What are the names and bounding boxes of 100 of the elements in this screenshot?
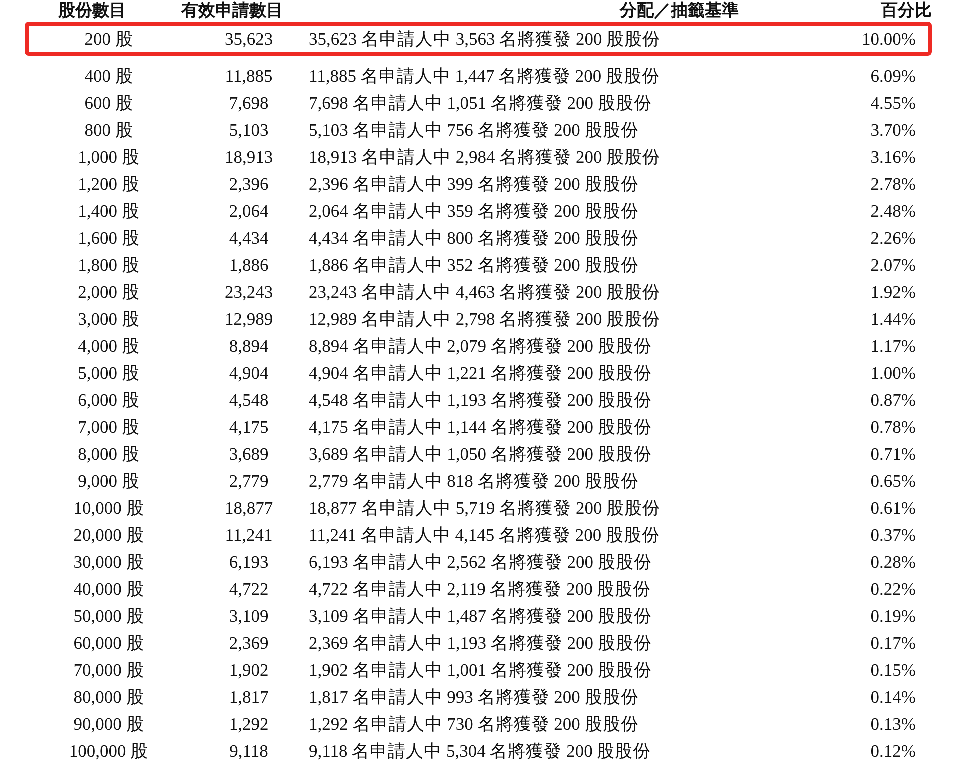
percentage-cell-text: 1.17%: [870, 336, 917, 356]
share-count-cell-text: 7,000 股: [78, 416, 140, 439]
allocation-basis-cell-text: 4,722 名申請人中 2,119 名將獲發 200 股股份: [309, 578, 652, 601]
share-count-cell-text: 70,000 股: [74, 659, 144, 682]
percentage-cell-text: 0.61%: [870, 498, 917, 518]
allocation-basis-cell-text: 8,894 名申請人中 2,079 名將獲發 200 股股份: [309, 335, 652, 358]
percentage-cell-text: 1.92%: [870, 282, 917, 302]
share-count-cell-text: 60,000 股: [74, 632, 144, 655]
allocation-basis-cell-text: 9,118 名申請人中 5,304 名將獲發 200 股股份: [309, 740, 652, 763]
share-count-cell-text: 100,000 股: [69, 740, 149, 763]
application-count-cell: 7,698: [229, 92, 269, 114]
share-count-cell-text: 6,000 股: [78, 389, 140, 412]
application-count-cell: 2,064: [229, 200, 269, 222]
allocation-basis-cell-text: 4,434 名申請人中 800 名將獲發 200 股股份: [309, 227, 639, 250]
application-count-cell: 8,894: [229, 336, 269, 356]
percentage-cell-text: 0.12%: [870, 740, 917, 762]
application-count-cell: 18,913: [224, 146, 274, 168]
percentage-cell-text: 0.14%: [870, 686, 917, 708]
percentage-cell-text: 6.09%: [870, 66, 917, 86]
allocation-basis-cell-text: 2,064 名申請人中 359 名將獲發 200 股股份: [309, 200, 639, 223]
application-count-cell: 3,689: [229, 444, 269, 464]
application-count-cell: 4,434: [229, 228, 269, 248]
allocation-basis-cell-text: 18,913 名申請人中 2,984 名將獲發 200 股股份: [309, 146, 661, 169]
share-count-cell-text: 8,000 股: [78, 443, 140, 466]
allocation-basis-cell-text: 5,103 名申請人中 756 名將獲發 200 股股份: [309, 119, 639, 142]
percentage-cell-text: 0.28%: [870, 552, 917, 572]
share-count-cell-text: 200 股: [84, 28, 134, 51]
application-count-cell: 11,241: [225, 524, 273, 546]
allocation-basis-cell-text: 7,698 名申請人中 1,051 名將獲發 200 股股份: [309, 92, 652, 115]
allocation-basis-cell-text: 4,175 名申請人中 1,144 名將獲發 200 股股份: [309, 416, 652, 439]
percentage-cell-text: 0.19%: [870, 606, 917, 626]
share-count-cell-text: 80,000 股: [74, 686, 144, 709]
share-count-cell-text: 30,000 股: [74, 551, 144, 574]
application-count-cell: 1,886: [229, 254, 269, 276]
allocation-basis-cell-text: 11,885 名申請人中 1,447 名將獲發 200 股股份: [309, 65, 660, 88]
application-count-cell: 4,904: [229, 362, 269, 384]
percentage-cell-text: 1.00%: [870, 362, 917, 384]
column-header: 股份數目: [57, 2, 126, 20]
application-count-cell: 6,193: [229, 552, 269, 572]
percentage-cell-text: 0.22%: [870, 578, 917, 600]
application-count-cell: 5,103: [229, 120, 269, 140]
share-count-cell-text: 1,400 股: [78, 200, 140, 223]
percentage-cell-text: 0.65%: [870, 470, 917, 492]
share-count-cell-text: 90,000 股: [74, 713, 144, 736]
allocation-basis-cell-text: 4,904 名申請人中 1,221 名將獲發 200 股股份: [309, 362, 652, 385]
percentage-cell-text: 0.13%: [870, 714, 917, 734]
application-count-cell: 4,722: [229, 578, 269, 600]
percentage-cell-text: 0.15%: [870, 660, 917, 680]
application-count-cell: 3,109: [229, 606, 269, 626]
application-count-cell: 23,243: [224, 282, 274, 302]
percentage-cell-text: 2.78%: [870, 174, 917, 194]
application-count-cell: 4,175: [229, 416, 269, 438]
percentage-cell-text: 2.48%: [870, 200, 917, 222]
allocation-basis-cell-text: 2,779 名申請人中 818 名將獲發 200 股股份: [309, 470, 639, 493]
share-count-cell-text: 4,000 股: [78, 335, 140, 358]
allocation-basis-cell-text: 4,548 名申請人中 1,193 名將獲發 200 股股份: [309, 389, 652, 412]
application-count-cell: 2,369: [229, 632, 269, 654]
allocation-basis-cell-text: 1,886 名申請人中 352 名將獲發 200 股股份: [309, 254, 639, 277]
allocation-basis-cell-text: 23,243 名申請人中 4,463 名將獲發 200 股股份: [309, 281, 661, 304]
application-count-cell: 2,779: [229, 470, 269, 492]
share-count-cell-text: 3,000 股: [78, 308, 140, 331]
application-count-cell: 9,118: [230, 740, 268, 762]
allocation-basis-cell-text: 35,623 名申請人中 3,563 名將獲發 200 股股份: [309, 28, 661, 51]
column-header: 有效申請數目: [180, 2, 284, 20]
percentage-cell-text: 2.07%: [870, 254, 917, 276]
share-count-cell-text: 400 股: [84, 65, 134, 88]
allocation-basis-cell-text: 6,193 名申請人中 2,562 名將獲發 200 股股份: [309, 551, 652, 574]
share-count-cell-text: 2,000 股: [78, 281, 140, 304]
allocation-basis-cell-text: 12,989 名申請人中 2,798 名將獲發 200 股股份: [309, 308, 661, 331]
share-count-cell-text: 9,000 股: [78, 470, 140, 493]
allocation-basis-cell-text: 2,369 名申請人中 1,193 名將獲發 200 股股份: [309, 632, 652, 655]
percentage-cell-text: 0.87%: [870, 390, 917, 410]
percentage-cell-text: 0.71%: [870, 444, 917, 464]
allocation-basis-cell-text: 1,292 名申請人中 730 名將獲發 200 股股份: [309, 713, 639, 736]
percentage-cell-text: 3.16%: [870, 146, 917, 168]
allocation-basis-cell-text: 1,902 名申請人中 1,001 名將獲發 200 股股份: [309, 659, 652, 682]
application-count-cell: 35,623: [224, 28, 274, 50]
allocation-basis-cell-text: 2,396 名申請人中 399 名將獲發 200 股股份: [309, 173, 639, 196]
application-count-cell: 1,817: [229, 686, 269, 708]
allocation-basis-cell-text: 18,877 名申請人中 5,719 名將獲發 200 股股份: [309, 497, 661, 520]
allocation-basis-cell-text: 3,109 名申請人中 1,487 名將獲發 200 股股份: [309, 605, 652, 628]
application-count-cell: 18,877: [224, 498, 274, 518]
column-header: 百分比: [881, 2, 932, 20]
share-count-cell-text: 800 股: [84, 119, 134, 142]
percentage-cell-text: 4.55%: [870, 92, 917, 114]
allocation-basis-cell-text: 1,817 名申請人中 993 名將獲發 200 股股份: [309, 686, 639, 709]
percentage-cell-text: 0.37%: [870, 524, 917, 546]
share-count-cell-text: 20,000 股: [74, 524, 144, 547]
percentage-cell-text: 3.70%: [870, 120, 917, 140]
application-count-cell: 1,292: [229, 714, 269, 734]
share-count-cell-text: 5,000 股: [78, 362, 140, 385]
percentage-cell-text: 2.26%: [870, 228, 917, 248]
application-count-cell: 12,989: [224, 308, 274, 330]
percentage-cell-text: 10.00%: [862, 28, 917, 50]
share-count-cell-text: 1,800 股: [78, 254, 140, 277]
share-count-cell-text: 1,200 股: [78, 173, 140, 196]
share-count-cell-text: 40,000 股: [74, 578, 144, 601]
percentage-cell-text: 0.78%: [870, 416, 917, 438]
allocation-basis-cell-text: 11,241 名申請人中 4,145 名將獲發 200 股股份: [309, 524, 660, 547]
percentage-cell-text: 0.17%: [870, 632, 917, 654]
